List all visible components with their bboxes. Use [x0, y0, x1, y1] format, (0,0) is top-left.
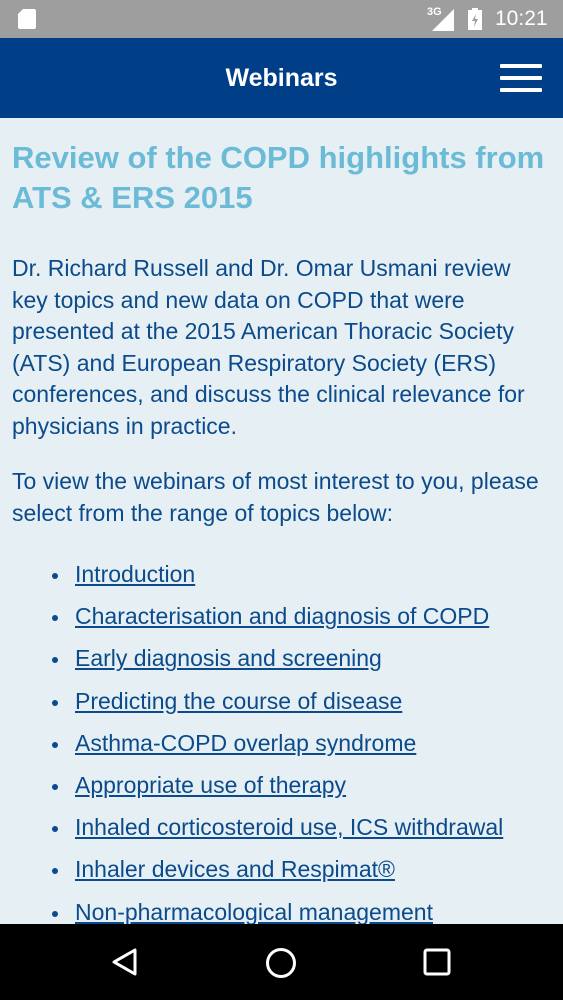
bullet-icon [52, 699, 58, 706]
content-area[interactable]: Review of the COPD highlights from ATS &… [0, 118, 563, 924]
topic-link-therapy[interactable]: Appropriate use of therapy [75, 769, 346, 801]
signal-icon [432, 9, 454, 31]
page-title: Review of the COPD highlights from ATS &… [12, 140, 545, 215]
status-clock: 10:21 [495, 7, 548, 30]
topics-prompt: To view the webinars of most interest to… [12, 468, 539, 526]
topic-link-introduction[interactable]: Introduction [75, 558, 195, 590]
topic-link-non-pharmacological[interactable]: Non-pharmacological management [75, 896, 433, 925]
topic-item: Early diagnosis and screening [0, 642, 563, 684]
topic-item: Characterisation and diagnosis of COPD [0, 600, 563, 642]
app-bar: Webinars [0, 38, 563, 118]
app-bar-title: Webinars [225, 64, 338, 92]
topic-item: Inhaled corticosteroid use, ICS withdraw… [0, 811, 563, 853]
home-icon[interactable] [265, 947, 297, 979]
topic-link-asthma-copd[interactable]: Asthma-COPD overlap syndrome [75, 727, 416, 759]
topic-list: Introduction Characterisation and diagno… [0, 558, 563, 924]
status-bar: 3G 10:21 [0, 0, 563, 38]
bullet-icon [52, 826, 58, 833]
topic-item: Introduction [0, 558, 563, 600]
topic-item: Appropriate use of therapy [0, 769, 563, 811]
bullet-icon [52, 615, 58, 622]
bullet-icon [52, 741, 58, 748]
bullet-icon [52, 573, 58, 579]
topic-link-inhaler-devices[interactable]: Inhaler devices and Respimat® [75, 853, 395, 885]
topic-item: Non-pharmacological management [0, 896, 563, 925]
back-icon[interactable] [110, 947, 140, 977]
system-nav-bar [0, 924, 563, 1000]
bullet-icon [52, 910, 58, 917]
intro-paragraph: Dr. Richard Russell and Dr. Omar Usmani … [12, 255, 525, 439]
topic-link-predicting-course[interactable]: Predicting the course of disease [75, 685, 402, 717]
topic-item: Asthma-COPD overlap syndrome [0, 727, 563, 769]
topic-link-characterisation[interactable]: Characterisation and diagnosis of COPD [75, 600, 489, 632]
bullet-icon [52, 657, 58, 664]
recent-apps-icon[interactable] [423, 948, 451, 976]
topic-item: Inhaler devices and Respimat® [0, 853, 563, 895]
topic-item: Predicting the course of disease [0, 685, 563, 727]
hamburger-menu-icon[interactable] [500, 64, 542, 92]
bullet-icon [52, 868, 58, 875]
battery-icon [468, 8, 482, 30]
sd-card-icon [18, 9, 36, 29]
topic-link-ics[interactable]: Inhaled corticosteroid use, ICS withdraw… [75, 811, 503, 843]
topic-link-early-diagnosis[interactable]: Early diagnosis and screening [75, 642, 382, 674]
bullet-icon [52, 783, 58, 790]
